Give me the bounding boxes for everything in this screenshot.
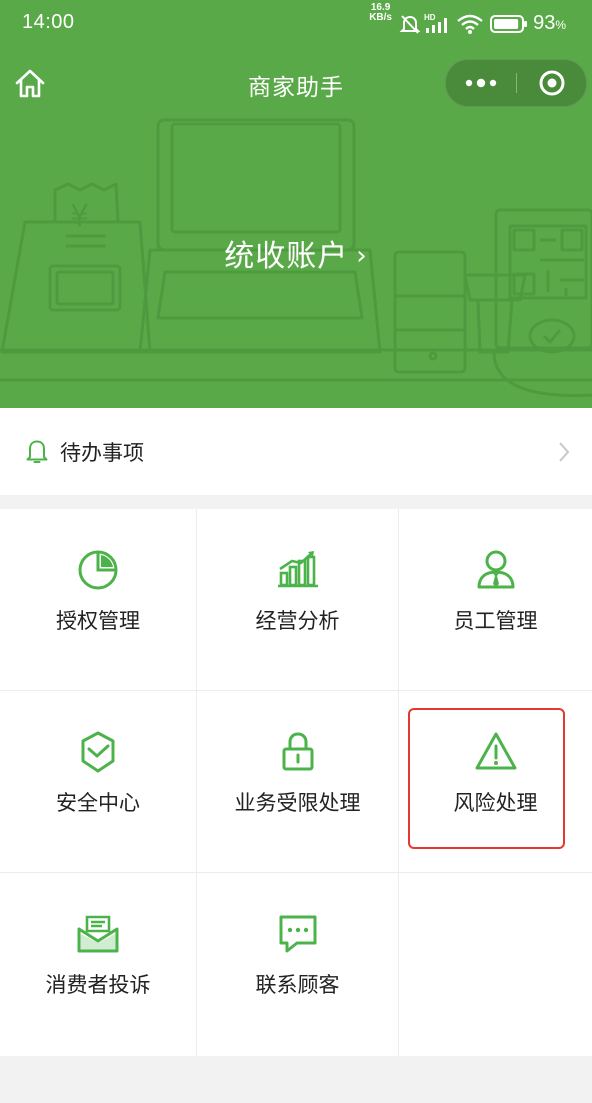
svg-text:HD: HD	[424, 13, 436, 22]
bar-chart-icon	[277, 551, 318, 588]
chevron-right-icon: ›	[356, 241, 368, 271]
grid-item-label: 授权管理	[56, 609, 140, 633]
grid-item-consumer-complaint[interactable]: 消费者投诉	[0, 873, 197, 1056]
record-close-icon	[539, 70, 565, 96]
lock-icon	[282, 732, 313, 771]
complaint-mail-icon	[77, 915, 119, 953]
grid-item-contact-customer[interactable]: 联系顾客	[197, 873, 399, 1056]
header-banner: ¥ 14:00 16.9 KB/s HD 93% 商家助手 统收账户 ›	[0, 0, 592, 408]
battery-percent-wrap: 93%	[526, 10, 566, 38]
bell-icon	[26, 440, 48, 463]
grid-item-authorization[interactable]: 授权管理	[0, 509, 197, 691]
grid-item-label: 员工管理	[453, 609, 538, 633]
grid-item-label: 联系顾客	[255, 973, 340, 997]
todo-label: 待办事项	[60, 441, 144, 465]
chevron-right-icon	[559, 442, 570, 462]
unified-account-label: 统收账户	[224, 239, 349, 274]
battery-icon	[490, 15, 527, 33]
shield-check-icon	[81, 731, 115, 773]
grid-empty-cell	[399, 873, 592, 1056]
chat-bubble-icon	[279, 915, 316, 953]
unified-account-link[interactable]: 统收账户 ›	[0, 231, 592, 275]
hd-signal-icon: HD	[424, 13, 447, 33]
grid-item-security-center[interactable]: 安全中心	[0, 691, 197, 873]
risk-handling-highlight-box	[408, 708, 565, 849]
more-button[interactable]	[446, 60, 516, 106]
grid-item-label: 业务受限处理	[234, 791, 361, 815]
grid-item-label: 安全中心	[56, 791, 140, 815]
network-speed-unit: KB/s	[369, 12, 392, 23]
close-button[interactable]	[517, 60, 586, 106]
grid-item-label: 经营分析	[255, 609, 340, 633]
status-bar: 14:00 16.9 KB/s HD 93%	[0, 0, 592, 48]
grid-item-label: 消费者投诉	[45, 973, 151, 997]
mute-bell-icon	[399, 15, 421, 34]
pie-chart-icon	[78, 550, 118, 590]
grid-item-analytics[interactable]: 经营分析	[197, 509, 399, 691]
yen-symbol: ¥	[70, 199, 89, 234]
nav-bar: 商家助手	[0, 56, 592, 110]
todo-row[interactable]: 待办事项	[0, 408, 592, 495]
status-time: 14:00	[22, 11, 75, 33]
network-speed: 16.9 KB/s	[369, 3, 392, 23]
battery-percent: 93%	[533, 12, 566, 34]
grid-item-staff[interactable]: 员工管理	[399, 509, 592, 691]
more-dots-icon	[465, 78, 497, 88]
wifi-icon	[457, 14, 483, 34]
mini-program-capsule	[445, 59, 587, 107]
staff-icon	[477, 550, 514, 589]
grid-item-business-restriction[interactable]: 业务受限处理	[197, 691, 399, 873]
